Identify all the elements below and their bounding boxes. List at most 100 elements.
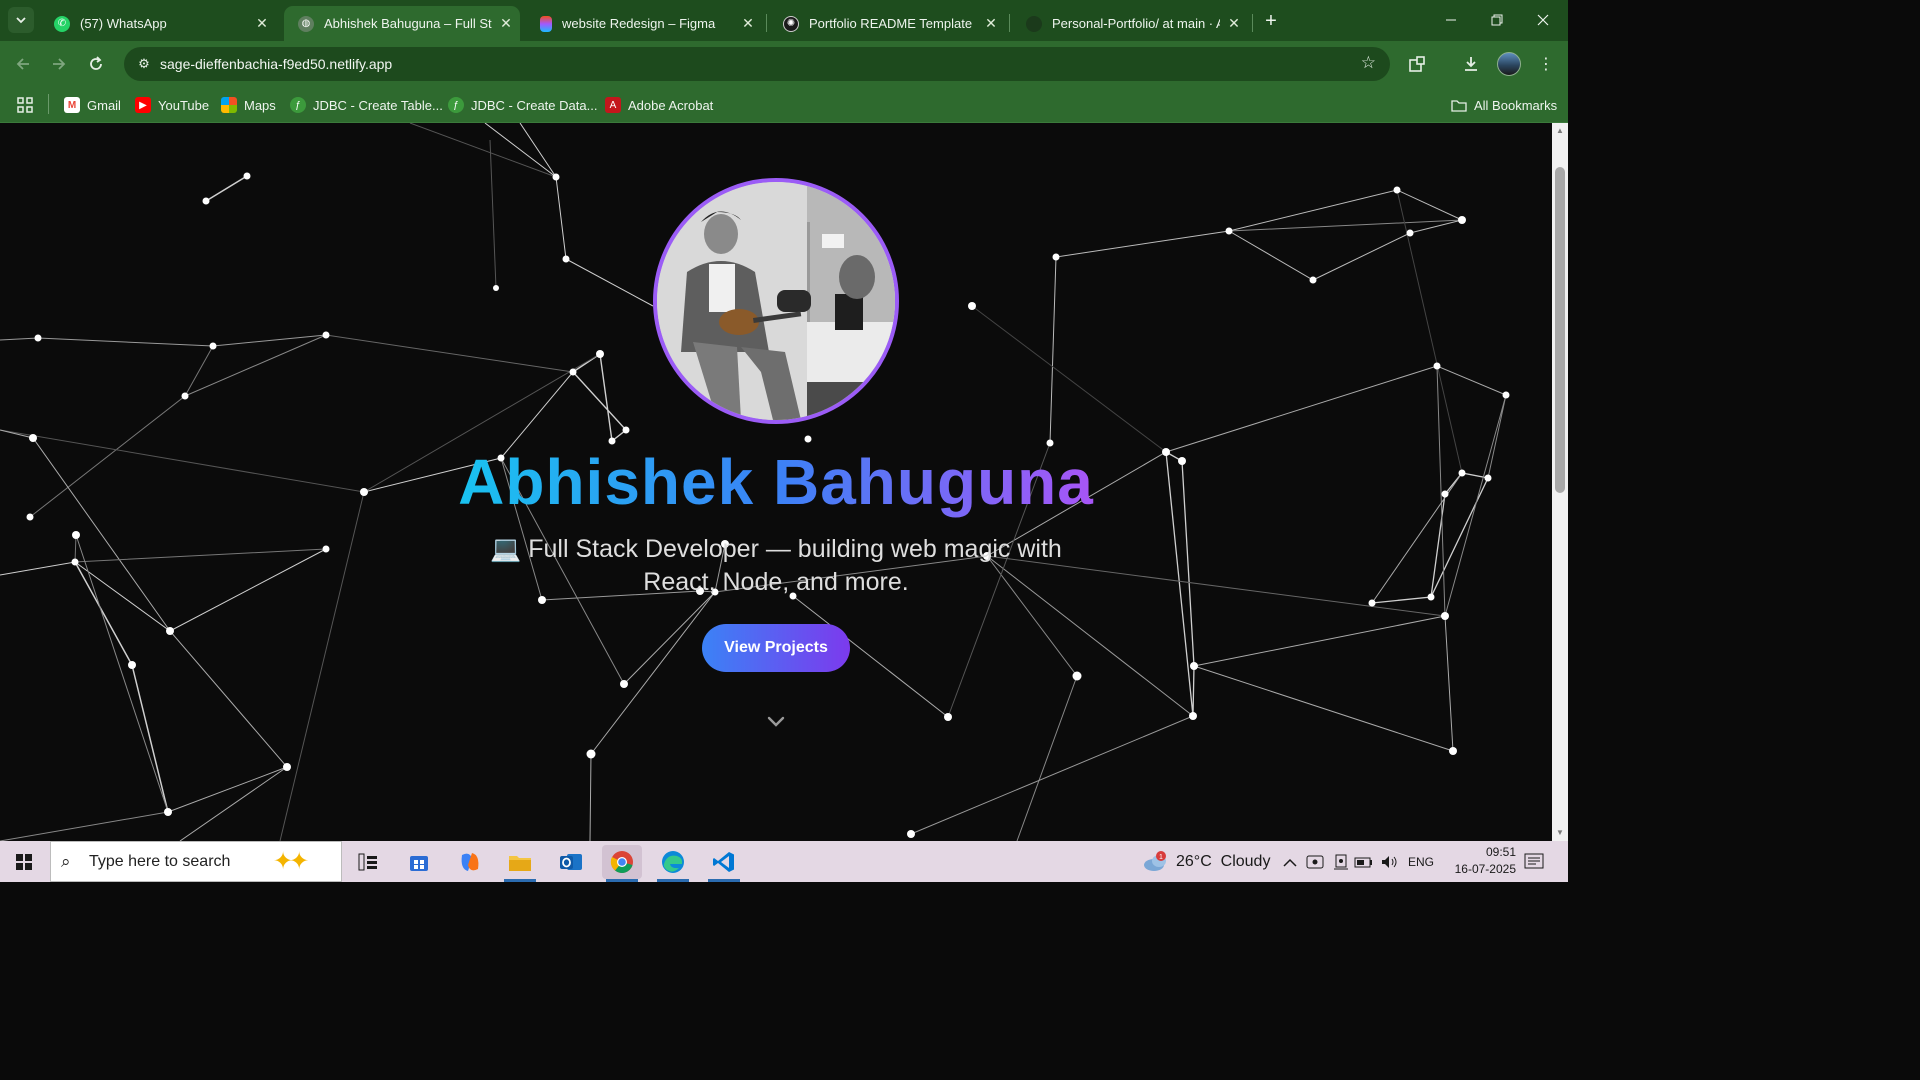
tab-strip: ✆ (57) WhatsApp ✕ ◍ Abhishek Bahuguna – … <box>0 0 1568 41</box>
show-hidden-icons-chevron[interactable] <box>1282 841 1298 882</box>
task-view-icon[interactable] <box>348 845 388 879</box>
globe-icon: ◍ <box>298 15 314 32</box>
camera-icon[interactable] <box>1332 841 1350 882</box>
hero-tagline: 💻 Full Stack Developer — building web ma… <box>476 533 1076 599</box>
volume-icon[interactable] <box>1380 841 1400 882</box>
chevron-down-icon <box>16 17 26 24</box>
tab-title: Portfolio README Template <box>809 16 973 31</box>
tab-portfolio[interactable]: ◍ Abhishek Bahuguna – Full Stack ✕ <box>284 6 520 41</box>
page-scrollbar[interactable]: ▲ ▼ <box>1552 123 1568 841</box>
copilot-icon[interactable] <box>450 845 490 879</box>
browser-toolbar: ⚙ sage-dieffenbachia-f9ed50.netlify.app … <box>0 41 1568 87</box>
svg-text:1: 1 <box>1159 854 1163 861</box>
battery-icon[interactable] <box>1354 841 1374 882</box>
windows-start-icon[interactable] <box>8 849 40 875</box>
outlook-icon[interactable] <box>551 845 591 879</box>
search-placeholder: Type here to search <box>89 853 231 870</box>
running-indicator <box>657 879 689 882</box>
running-indicator <box>504 879 536 882</box>
bookmark-jdbc-table[interactable]: ƒ JDBC - Create Table... <box>290 94 443 116</box>
forward-button[interactable] <box>46 51 72 77</box>
notifications-icon[interactable] <box>1524 841 1544 882</box>
forward-arrow-icon <box>53 58 66 70</box>
address-bar[interactable]: ⚙ sage-dieffenbachia-f9ed50.netlify.app … <box>124 47 1390 81</box>
meet-now-icon[interactable] <box>1306 841 1324 882</box>
url-text: sage-dieffenbachia-f9ed50.netlify.app <box>160 56 393 72</box>
bookmarks-bar: M Gmail ▶ YouTube Maps ƒ JDBC - Create T… <box>0 87 1568 123</box>
bookmark-star-icon[interactable]: ☆ <box>1361 53 1376 73</box>
clock-date: 16-07-2025 <box>1454 862 1516 876</box>
windows-taskbar: ⌕ Type here to search ✦✦ 1 26°C Cloudy E… <box>0 841 1568 882</box>
file-explorer-icon[interactable] <box>500 845 540 882</box>
youtube-icon: ▶ <box>135 97 151 113</box>
restore-icon <box>1491 14 1503 26</box>
maps-icon <box>221 97 237 113</box>
reload-button[interactable] <box>83 51 109 77</box>
bookmark-label: Maps <box>244 97 276 113</box>
bookmark-maps[interactable]: Maps <box>221 94 276 116</box>
microsoft-store-icon[interactable] <box>399 845 439 879</box>
bookmarks-divider <box>48 94 49 114</box>
tagline-line-1: 💻 Full Stack Developer — building web ma… <box>490 535 1062 563</box>
scrollbar-thumb[interactable] <box>1555 167 1565 493</box>
bookmark-label: JDBC - Create Table... <box>313 97 443 113</box>
weather-text: 26°C Cloudy <box>1176 852 1271 870</box>
chrome-icon[interactable] <box>602 845 642 882</box>
tagline-line-2: React, Node, and more. <box>643 568 909 596</box>
bookmark-gmail[interactable]: M Gmail <box>64 94 121 116</box>
scroll-down-chevron-icon[interactable] <box>764 710 788 734</box>
tab-github[interactable]: Personal-Portfolio/ at main · Ab ✕ <box>1012 6 1248 41</box>
weather-widget[interactable]: 1 26°C Cloudy <box>1142 841 1270 882</box>
gmail-icon: M <box>64 97 80 113</box>
bookmark-label: Gmail <box>87 97 121 113</box>
cloud-icon: 1 <box>1144 850 1166 871</box>
vscode-icon[interactable] <box>704 845 744 882</box>
bookmark-jdbc-data[interactable]: ƒ JDBC - Create Data... <box>448 94 597 116</box>
scroll-down-arrow-icon[interactable]: ▼ <box>1555 828 1565 838</box>
clock-time: 09:51 <box>1485 845 1516 859</box>
apps-grid-icon[interactable] <box>16 94 34 116</box>
tab-figma[interactable]: website Redesign – Figma ✕ <box>526 6 762 41</box>
minimize-button[interactable] <box>1428 0 1474 40</box>
restore-button[interactable] <box>1474 0 1520 40</box>
reload-icon <box>90 56 102 70</box>
close-tab-icon[interactable]: ✕ <box>734 15 762 32</box>
site-info-icon[interactable]: ⚙ <box>134 54 154 74</box>
tab-title: website Redesign – Figma <box>562 16 716 31</box>
close-tab-icon[interactable]: ✕ <box>248 15 276 32</box>
back-arrow-icon <box>16 58 29 70</box>
search-icon: ⌕ <box>61 852 71 871</box>
taskbar-search-box[interactable]: ⌕ Type here to search ✦✦ <box>50 841 342 882</box>
view-projects-button[interactable]: View Projects <box>702 624 850 672</box>
folder-icon <box>1451 97 1467 113</box>
system-clock[interactable]: 09:51 16-07-2025 <box>1446 844 1516 878</box>
figma-icon <box>540 15 552 32</box>
tab-title: Abhishek Bahuguna – Full Stack <box>324 16 492 31</box>
tab-search-button[interactable] <box>8 7 34 33</box>
hero-name-text: Abhishek Bahuguna <box>458 446 1094 518</box>
tab-readme[interactable]: ✺ Portfolio README Template ✕ <box>769 6 1005 41</box>
close-window-button[interactable] <box>1520 0 1566 40</box>
close-tab-icon[interactable]: ✕ <box>1220 15 1248 32</box>
bookmark-acrobat[interactable]: A Adobe Acrobat <box>605 94 713 116</box>
back-button[interactable] <box>10 51 36 77</box>
acrobat-icon: A <box>605 97 621 113</box>
input-language[interactable]: ENG <box>1408 841 1434 882</box>
tab-whatsapp[interactable]: ✆ (57) WhatsApp ✕ <box>40 6 276 41</box>
new-tab-button[interactable]: + <box>1258 8 1284 34</box>
all-bookmarks-button[interactable]: All Bookmarks <box>1451 94 1557 116</box>
profile-photo <box>653 178 899 424</box>
menu-kebab-icon[interactable]: ⋮ <box>1533 51 1559 77</box>
download-icon[interactable] <box>1458 51 1484 77</box>
close-tab-icon[interactable]: ✕ <box>977 15 1005 32</box>
search-highlight-sparkle-icon: ✦✦ <box>273 848 309 875</box>
extensions-icon[interactable] <box>1404 51 1430 77</box>
close-tab-icon[interactable]: ✕ <box>492 15 520 32</box>
bookmark-youtube[interactable]: ▶ YouTube <box>135 94 209 116</box>
all-bookmarks-label: All Bookmarks <box>1474 97 1558 113</box>
bookmark-label: JDBC - Create Data... <box>471 97 598 113</box>
scroll-up-arrow-icon[interactable]: ▲ <box>1555 126 1565 136</box>
tab-title: Personal-Portfolio/ at main · Ab <box>1052 16 1220 31</box>
edge-icon[interactable] <box>653 845 693 882</box>
profile-avatar[interactable] <box>1497 52 1521 76</box>
